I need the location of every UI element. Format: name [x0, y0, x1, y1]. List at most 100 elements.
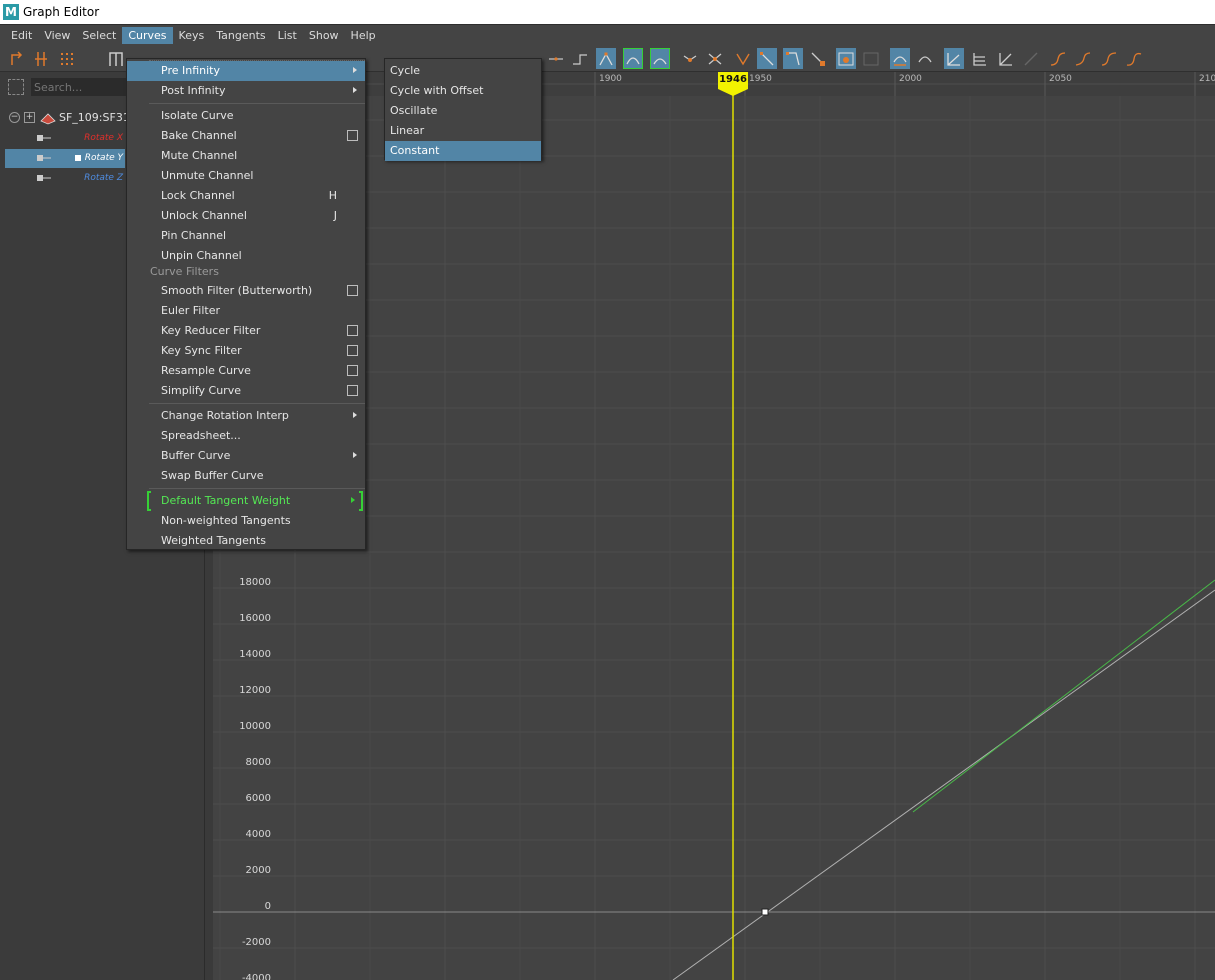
menu-list[interactable]: List [272, 27, 303, 44]
menu-select[interactable]: Select [76, 27, 122, 44]
menu-item-label: Curve Filters [150, 265, 219, 278]
menu-item-pin-channel[interactable]: Pin Channel [127, 226, 365, 246]
outliner-search-input[interactable] [31, 78, 127, 96]
buffer-curve-snapshot-icon[interactable] [836, 48, 856, 69]
menu-item-lock-channel[interactable]: Lock Channel H [127, 186, 365, 206]
expand-icon[interactable]: + [24, 112, 35, 123]
menu-item-label: Unlock Channel [161, 209, 247, 222]
menu-item-label: Non-weighted Tangents [161, 514, 291, 527]
absolute-view-icon[interactable] [970, 48, 990, 69]
menu-item-label: Key Reducer Filter [161, 324, 261, 337]
insert-key-icon[interactable] [31, 48, 51, 69]
maya-app-icon: M [3, 4, 19, 20]
option-box-icon[interactable] [347, 365, 358, 376]
unify-tangent-icon[interactable] [705, 48, 725, 69]
menu-separator [149, 488, 365, 489]
tangent-linear-icon[interactable] [546, 48, 566, 69]
collapse-icon[interactable]: − [9, 112, 20, 123]
pre-infinity-submenu: Cycle Cycle with Offset Oscillate Linear Con… [384, 58, 542, 161]
menu-item-label: Buffer Curve [161, 449, 231, 462]
option-box-icon[interactable] [347, 385, 358, 396]
menu-item-default-tangent-weight[interactable]: Default Tangent Weight [127, 491, 365, 511]
menu-item-smooth-filter-butterworth[interactable]: Smooth Filter (Butterworth) [127, 281, 365, 301]
menu-tangents[interactable]: Tangents [210, 27, 271, 44]
menu-help[interactable]: Help [345, 27, 382, 44]
channel-row-rotate-x[interactable]: Rotate X [5, 129, 125, 148]
menu-item-euler-filter[interactable]: Euler Filter [127, 301, 365, 321]
tangent-auto-icon[interactable] [596, 48, 616, 69]
channel-icon [37, 135, 51, 141]
menu-view[interactable]: View [38, 27, 76, 44]
y-tick-label: 8000 [246, 757, 271, 768]
menu-item-unpin-channel[interactable]: Unpin Channel [127, 246, 365, 266]
normalized-view-icon[interactable] [996, 48, 1016, 69]
menu-item-post-infinity[interactable]: Post Infinity [127, 81, 365, 101]
animation-curve[interactable] [672, 589, 1215, 980]
lock-tangent-weight-icon[interactable] [783, 48, 803, 69]
menu-item-weighted-tangents[interactable]: Weighted Tangents [127, 531, 365, 551]
menu-item-key-reducer-filter[interactable]: Key Reducer Filter [127, 321, 365, 341]
y-tick-label: 0 [265, 901, 271, 912]
current-frame-label: 1946 [719, 74, 747, 85]
y-tick-label: 2000 [246, 865, 271, 876]
y-tick-label: 18000 [239, 577, 271, 588]
region-icon[interactable] [106, 48, 126, 69]
submenu-item-oscillate[interactable]: Oscillate [385, 101, 541, 121]
menu-item-simplify-curve[interactable]: Simplify Curve [127, 381, 365, 401]
lattice-icon[interactable] [57, 48, 77, 69]
menu-item-key-sync-filter[interactable]: Key Sync Filter [127, 341, 365, 361]
submenu-item-constant[interactable]: Constant [385, 141, 541, 161]
menu-item-bake-channel[interactable]: Bake Channel [127, 126, 365, 146]
submenu-item-cycle-with-offset[interactable]: Cycle with Offset [385, 81, 541, 101]
y-tick-label: 14000 [239, 649, 271, 660]
normalize-curve-icon[interactable] [890, 48, 910, 69]
transform-node-icon [40, 113, 56, 125]
free-tangent-weight-icon[interactable] [757, 48, 777, 69]
menu-keys[interactable]: Keys [173, 27, 211, 44]
option-box-icon[interactable] [347, 285, 358, 296]
lock-key-icon[interactable] [808, 48, 828, 69]
menu-item-label: Mute Channel [161, 149, 238, 162]
menu-item-mute-channel[interactable]: Mute Channel [127, 146, 365, 166]
option-box-icon[interactable] [347, 345, 358, 356]
menu-separator [149, 403, 365, 404]
move-key-icon[interactable] [8, 48, 28, 69]
submenu-item-linear[interactable]: Linear [385, 121, 541, 141]
submenu-item-cycle[interactable]: Cycle [385, 61, 541, 81]
ease-in-icon[interactable] [1048, 48, 1068, 69]
menu-item-resample-curve[interactable]: Resample Curve [127, 361, 365, 381]
option-box-icon[interactable] [347, 325, 358, 336]
menu-item-swap-buffer-curve[interactable]: Swap Buffer Curve [127, 466, 365, 486]
menu-item-label: Pre Infinity [161, 64, 220, 77]
denormalize-curve-icon[interactable] [915, 48, 935, 69]
menu-curves[interactable]: Curves [122, 27, 173, 44]
menu-item-spreadsheet[interactable]: Spreadsheet... [127, 426, 365, 446]
filter-icon[interactable] [8, 79, 24, 95]
menu-item-label: Unpin Channel [161, 249, 242, 262]
tangent-step-icon[interactable] [570, 48, 590, 69]
channel-row-rotate-z[interactable]: Rotate Z [5, 169, 125, 188]
x-tick-label: 1900 [599, 74, 622, 84]
menu-item-unlock-channel[interactable]: Unlock Channel J [127, 206, 365, 226]
tangent-clamped-icon[interactable] [650, 48, 670, 69]
keyframe-handle[interactable] [761, 908, 769, 916]
menu-show[interactable]: Show [303, 27, 345, 44]
break-tangent-icon[interactable] [680, 48, 700, 69]
menu-item-isolate-curve[interactable]: Isolate Curve [127, 106, 365, 126]
option-box-icon[interactable] [347, 130, 358, 141]
stacked-view-icon[interactable] [944, 48, 964, 69]
overshoot-icon[interactable] [1124, 48, 1144, 69]
menu-item-label: Smooth Filter (Butterworth) [161, 284, 313, 297]
channel-row-rotate-y[interactable]: Rotate Y [5, 149, 125, 168]
ease-out-icon[interactable] [1073, 48, 1093, 69]
menu-item-change-rotation-interp[interactable]: Change Rotation Interp [127, 406, 365, 426]
menu-item-non-weighted-tangents[interactable]: Non-weighted Tangents [127, 511, 365, 531]
menu-item-buffer-curve[interactable]: Buffer Curve [127, 446, 365, 466]
menu-item-pre-infinity[interactable]: Pre Infinity [127, 61, 365, 81]
ease-in-out-icon[interactable] [1099, 48, 1119, 69]
menu-bar: Edit View Select Curves Keys Tangents Li… [0, 24, 1215, 46]
tangent-plateau-icon[interactable] [733, 48, 753, 69]
menu-item-unmute-channel[interactable]: Unmute Channel [127, 166, 365, 186]
tangent-spline-icon[interactable] [623, 48, 643, 69]
menu-edit[interactable]: Edit [5, 27, 38, 44]
